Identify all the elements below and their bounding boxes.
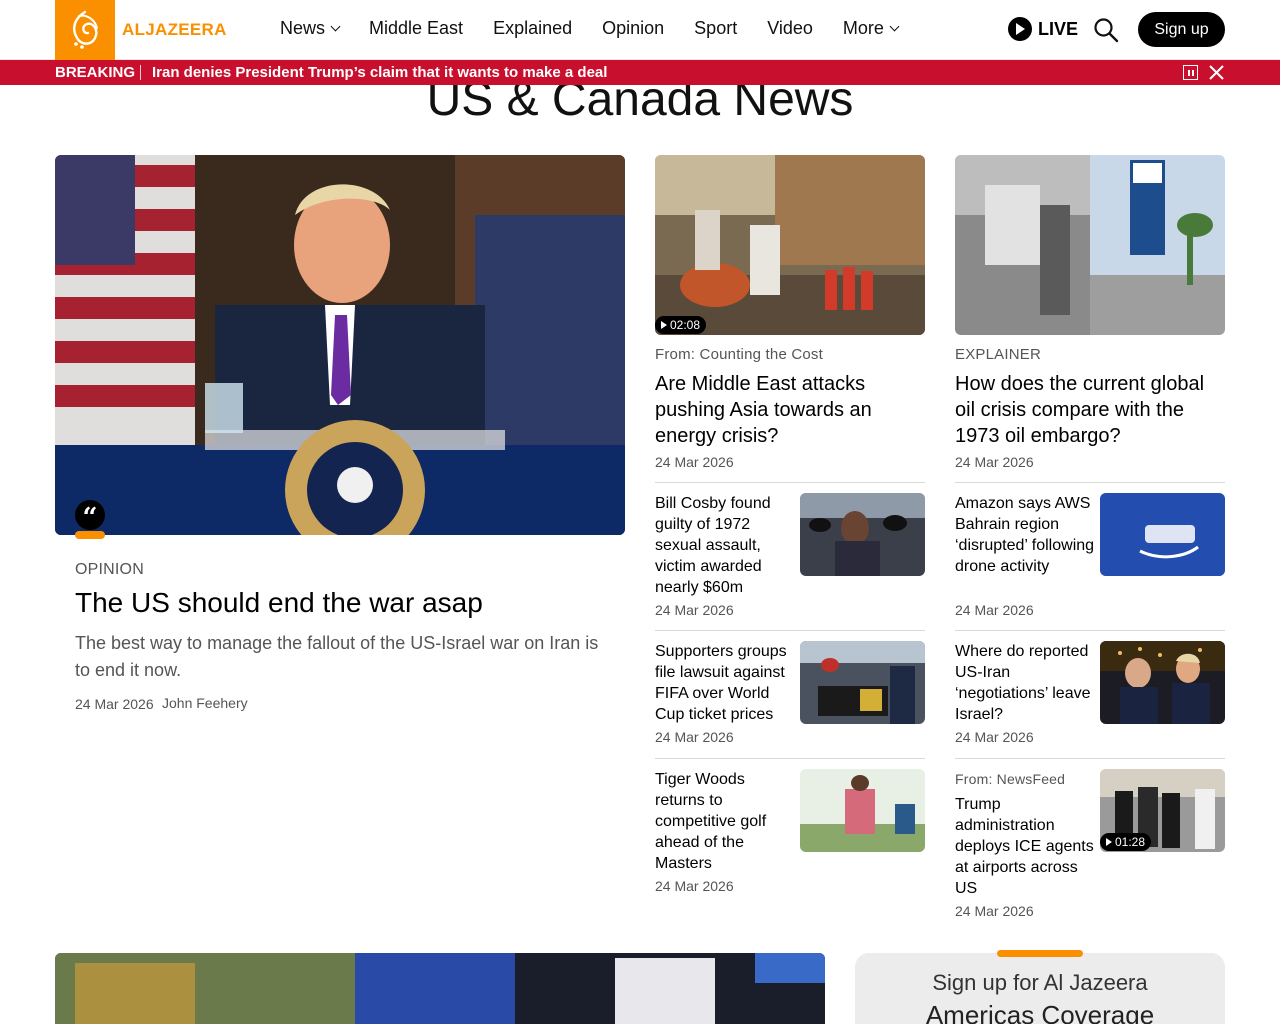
video-duration-badge: 02:08 [655, 316, 707, 334]
hero-title[interactable]: The US should end the war asap [75, 587, 483, 619]
list-item-title[interactable]: Bill Cosby found guilty of 1972 sexual a… [655, 493, 795, 598]
hero-image[interactable] [55, 155, 625, 535]
card-date: 24 Mar 2026 [655, 454, 734, 470]
nav-opinion[interactable]: Opinion [602, 18, 664, 39]
list-item-thumbnail[interactable] [1100, 493, 1225, 576]
nav-sport[interactable]: Sport [694, 18, 737, 39]
hero-subtitle: The best way to manage the fallout of th… [75, 633, 599, 680]
list-item-date: 24 Mar 2026 [655, 602, 734, 618]
opinion-quote-icon: “ [75, 500, 105, 533]
opinion-accent-bar [75, 531, 105, 539]
hero-kicker[interactable]: OPINION [75, 561, 144, 579]
breaking-label: BREAKING [55, 64, 136, 81]
list-item-thumbnail[interactable] [800, 493, 925, 576]
divider [955, 482, 1225, 483]
play-icon [661, 321, 667, 329]
play-icon [1106, 838, 1112, 846]
list-item-thumbnail[interactable] [1100, 641, 1225, 724]
list-item-date: 24 Mar 2026 [655, 878, 734, 894]
newsletter-accent-bar [997, 950, 1083, 957]
aljazeera-logo-icon[interactable] [55, 0, 115, 60]
list-item-title[interactable]: Supporters groups file lawsuit against F… [655, 641, 795, 725]
site-header: ALJAZEERA News Middle East Explained Opi… [0, 0, 1280, 60]
breaking-news-bar: BREAKING Iran denies President Trump’s c… [0, 60, 1280, 85]
nav-news[interactable]: News [280, 18, 341, 39]
live-label: LIVE [1038, 18, 1079, 39]
breaking-divider [140, 65, 141, 80]
bottom-feature-image[interactable] [55, 953, 825, 1024]
main-nav: News Middle East Explained Opinion Sport… [280, 18, 900, 39]
divider [655, 482, 925, 483]
search-icon[interactable] [1093, 17, 1119, 43]
divider [655, 758, 925, 759]
list-item-thumbnail[interactable] [800, 641, 925, 724]
feature-image-oil[interactable] [955, 155, 1225, 335]
signup-button[interactable]: Sign up [1138, 12, 1225, 47]
video-duration-badge: 01:28 [1100, 833, 1152, 851]
feature-image-energy[interactable] [655, 155, 925, 335]
live-button[interactable]: LIVE [1008, 17, 1078, 41]
list-item-thumbnail[interactable] [800, 769, 925, 852]
nav-middle-east[interactable]: Middle East [369, 18, 463, 39]
play-icon [1008, 17, 1032, 41]
nav-video[interactable]: Video [767, 18, 813, 39]
card-kicker[interactable]: From: Counting the Cost [655, 346, 823, 363]
card-date: 24 Mar 2026 [955, 454, 1034, 470]
close-icon[interactable] [1208, 64, 1225, 81]
list-item-title[interactable]: Trump administration deploys ICE agents … [955, 794, 1095, 899]
card-kicker[interactable]: EXPLAINER [955, 346, 1041, 363]
list-item-date: 24 Mar 2026 [655, 729, 734, 745]
list-item-title[interactable]: Amazon says AWS Bahrain region ‘disrupte… [955, 493, 1095, 577]
list-item-date: 24 Mar 2026 [955, 903, 1034, 919]
pause-icon[interactable] [1183, 65, 1198, 80]
newsletter-heading: Sign up for Al Jazeera [932, 970, 1148, 995]
chevron-down-icon [330, 21, 341, 32]
list-item-date: 24 Mar 2026 [955, 602, 1034, 618]
breaking-headline[interactable]: Iran denies President Trump’s claim that… [152, 64, 607, 81]
list-item-title[interactable]: Where do reported US-Iran ‘negotiations’… [955, 641, 1095, 725]
list-item-date: 24 Mar 2026 [955, 729, 1034, 745]
nav-explained[interactable]: Explained [493, 18, 572, 39]
list-item-kicker[interactable]: From: NewsFeed [955, 771, 1065, 787]
card-title[interactable]: Are Middle East attacks pushing Asia tow… [655, 371, 915, 449]
divider [955, 630, 1225, 631]
logo-wordmark[interactable]: ALJAZEERA [122, 20, 227, 40]
card-title[interactable]: How does the current global oil crisis c… [955, 371, 1220, 449]
divider [955, 758, 1225, 759]
chevron-down-icon [889, 21, 900, 32]
list-item-title[interactable]: Tiger Woods returns to competitive golf … [655, 769, 795, 874]
hero-date: 24 Mar 2026 [75, 696, 154, 712]
newsletter-subheading: Americas Coverage [925, 1000, 1155, 1024]
hero-author[interactable]: John Feehery [162, 695, 248, 711]
nav-more[interactable]: More [843, 18, 900, 39]
divider [655, 630, 925, 631]
